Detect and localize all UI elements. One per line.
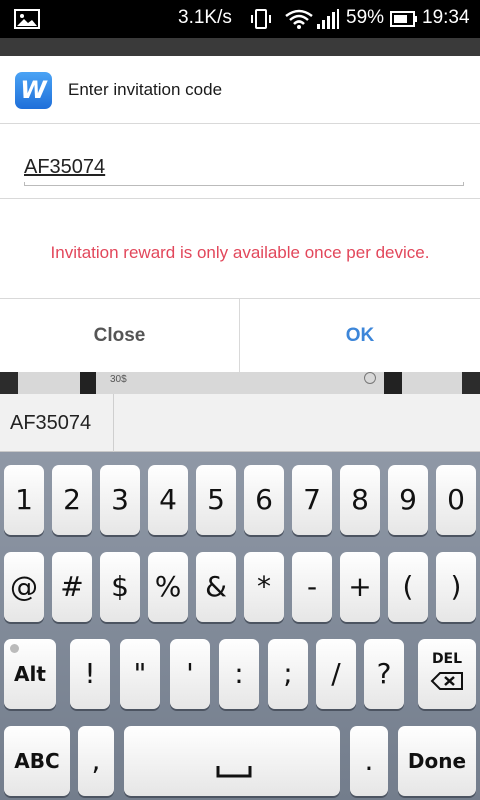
space-key[interactable] (124, 726, 340, 796)
key-double-quote[interactable]: " (120, 639, 160, 709)
key-at[interactable]: @ (4, 552, 44, 622)
key-0[interactable]: 0 (436, 465, 476, 535)
ok-button[interactable]: OK (240, 299, 480, 372)
wifi-icon (285, 9, 313, 29)
alt-key-label: Alt (14, 662, 46, 686)
suggestion-bar: AF35074 (0, 394, 480, 452)
dialog-title: Enter invitation code (68, 80, 223, 99)
invitation-code-input[interactable] (24, 152, 464, 182)
invitation-code-field[interactable] (24, 152, 464, 186)
vibrate-icon (251, 9, 271, 29)
key-hash[interactable]: # (52, 552, 92, 622)
key-4[interactable]: 4 (148, 465, 188, 535)
key-ampersand[interactable]: & (196, 552, 236, 622)
background-card: 30$ (0, 372, 480, 394)
dialog-header: W Enter invitation code (0, 56, 480, 124)
key-comma[interactable]: , (78, 726, 114, 796)
key-period[interactable]: . (350, 726, 388, 796)
key-semicolon[interactable]: ; (268, 639, 308, 709)
key-8[interactable]: 8 (340, 465, 380, 535)
status-bar: 3.1K/s 59% 19:34 (0, 0, 480, 38)
network-speed: 3.1K/s (178, 7, 232, 28)
radio-icon (364, 372, 376, 384)
clock: 19:34 (422, 7, 470, 28)
battery-percent: 59% (346, 7, 385, 28)
key-9[interactable]: 9 (388, 465, 428, 535)
key-asterisk[interactable]: * (244, 552, 284, 622)
key-colon[interactable]: : (219, 639, 259, 709)
battery-icon (390, 11, 417, 27)
app-logo-letter: W (20, 76, 47, 104)
delete-key[interactable]: DEL (418, 639, 476, 709)
divider (0, 198, 480, 199)
key-6[interactable]: 6 (244, 465, 284, 535)
background-divider-right (384, 372, 402, 394)
key-2[interactable]: 2 (52, 465, 92, 535)
background-price: 30$ (110, 374, 127, 385)
suggestion-word[interactable]: AF35074 (0, 394, 114, 452)
done-key[interactable]: Done (398, 726, 476, 796)
backspace-icon (430, 672, 463, 690)
signal-icon (317, 9, 339, 29)
delete-key-label: DEL (431, 651, 463, 667)
key-minus[interactable]: - (292, 552, 332, 622)
alt-indicator-icon (10, 644, 19, 653)
key-right-paren[interactable]: ) (436, 552, 476, 622)
keyboard: 1 2 3 4 5 6 7 8 9 0 @ # $ % & * - + ( ) … (0, 452, 480, 800)
image-icon (14, 9, 40, 29)
key-5[interactable]: 5 (196, 465, 236, 535)
key-7[interactable]: 7 (292, 465, 332, 535)
space-bar-icon (216, 766, 252, 778)
key-percent[interactable]: % (148, 552, 188, 622)
key-plus[interactable]: + (340, 552, 380, 622)
app-logo-icon: W (15, 72, 52, 109)
alt-key[interactable]: Alt (4, 639, 56, 709)
key-question[interactable]: ? (364, 639, 404, 709)
key-slash[interactable]: / (316, 639, 356, 709)
key-3[interactable]: 3 (100, 465, 140, 535)
key-exclamation[interactable]: ! (70, 639, 110, 709)
key-single-quote[interactable]: ' (170, 639, 210, 709)
key-left-paren[interactable]: ( (388, 552, 428, 622)
input-underline (24, 182, 464, 186)
reward-message: Invitation reward is only available once… (50, 243, 430, 262)
invitation-dialog: W Enter invitation code Invitation rewar… (0, 56, 480, 372)
close-button[interactable]: Close (0, 299, 240, 372)
key-dollar[interactable]: $ (100, 552, 140, 622)
key-1[interactable]: 1 (4, 465, 44, 535)
abc-key[interactable]: ABC (4, 726, 70, 796)
background-divider-left (80, 372, 96, 394)
